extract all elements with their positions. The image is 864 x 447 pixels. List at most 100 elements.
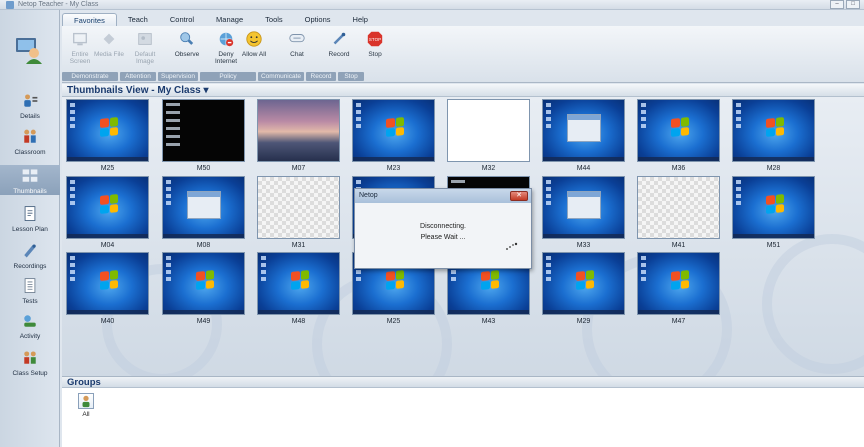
desktop-icons bbox=[70, 103, 76, 131]
groups-title: Groups bbox=[67, 377, 101, 388]
ribbon-button-label: Observe bbox=[174, 51, 200, 58]
default-image-button[interactable]: Default Image bbox=[128, 29, 162, 65]
student-thumbnail-label: M51 bbox=[766, 242, 781, 249]
view-title[interactable]: Thumbnails View - My Class ▾ bbox=[67, 84, 209, 97]
student-thumbnail-label: M31 bbox=[291, 242, 306, 249]
nav-item-recordings[interactable]: Recordings bbox=[0, 240, 60, 270]
nav-item-class-setup[interactable]: Class Setup bbox=[0, 347, 60, 377]
student-thumbnail[interactable] bbox=[66, 252, 149, 315]
student-thumbnail[interactable] bbox=[66, 176, 149, 239]
student-thumbnail[interactable] bbox=[542, 252, 625, 315]
student-thumbnail-label: M08 bbox=[196, 242, 211, 249]
deny-internet-button[interactable]: Deny Internet bbox=[212, 29, 240, 65]
background-decoration bbox=[762, 234, 864, 374]
svg-text:STOP: STOP bbox=[369, 37, 381, 42]
dialog-message: Disconnecting. Please Wait ... bbox=[355, 221, 531, 243]
student-thumbnail-label: M50 bbox=[196, 165, 211, 172]
open-window bbox=[567, 114, 601, 142]
windows-logo-icon bbox=[766, 194, 784, 214]
student-thumbnail[interactable] bbox=[637, 252, 720, 315]
activity-icon bbox=[19, 310, 41, 332]
dialog-title: Netop bbox=[359, 192, 378, 199]
taskbar bbox=[163, 234, 244, 238]
taskbar bbox=[543, 310, 624, 314]
lesson-plan-icon bbox=[19, 203, 41, 225]
view-header: Thumbnails View - My Class ▾ bbox=[62, 84, 864, 97]
nav-item-classroom[interactable]: Classroom bbox=[0, 126, 60, 156]
observe-button[interactable]: Observe bbox=[170, 29, 204, 58]
student-thumbnail-label: M49 bbox=[196, 318, 211, 325]
desktop-icons bbox=[166, 256, 172, 284]
student-thumbnail-label: M28 bbox=[766, 165, 781, 172]
menu-tab-manage[interactable]: Manage bbox=[205, 13, 254, 26]
nav-item-tests[interactable]: Tests bbox=[0, 275, 60, 305]
dialog-message-line1: Disconnecting. bbox=[420, 223, 466, 230]
student-thumbnail[interactable] bbox=[352, 99, 435, 162]
student-thumbnail-label: M48 bbox=[291, 318, 306, 325]
student-thumbnail[interactable] bbox=[257, 176, 340, 239]
student-thumbnail[interactable] bbox=[732, 99, 815, 162]
student-thumbnail-label: M25 bbox=[386, 318, 401, 325]
maximize-icon[interactable]: □ bbox=[846, 0, 860, 9]
student-thumbnail[interactable] bbox=[66, 99, 149, 162]
tests-icon bbox=[19, 275, 41, 297]
student-thumbnail[interactable] bbox=[162, 252, 245, 315]
nav-item-label: Class Setup bbox=[12, 370, 48, 377]
minimize-icon[interactable]: – bbox=[830, 0, 844, 9]
taskbar bbox=[543, 157, 624, 161]
windows-logo-icon bbox=[671, 270, 689, 290]
close-icon[interactable]: ✕ bbox=[510, 191, 528, 201]
dropdown-arrow-icon[interactable]: ▾ bbox=[204, 85, 209, 96]
student-thumbnail[interactable] bbox=[162, 99, 245, 162]
ribbon-group-policy: Policy bbox=[200, 72, 256, 81]
student-thumbnail[interactable] bbox=[637, 99, 720, 162]
menu-tab-options[interactable]: Options bbox=[294, 13, 342, 26]
default-image-icon bbox=[135, 29, 155, 49]
menu-tab-control[interactable]: Control bbox=[159, 13, 205, 26]
student-thumbnail-label: M33 bbox=[576, 242, 591, 249]
nav-item-lesson-plan[interactable]: Lesson Plan bbox=[0, 203, 60, 233]
student-thumbnail[interactable] bbox=[542, 99, 625, 162]
ribbon-button-label: Deny Internet bbox=[214, 51, 238, 65]
student-thumbnail-label: M04 bbox=[100, 242, 115, 249]
windows-logo-icon bbox=[386, 117, 404, 137]
student-thumbnail[interactable] bbox=[637, 176, 720, 239]
taskbar bbox=[163, 310, 244, 314]
ribbon-group-supervision: Supervision bbox=[158, 72, 198, 81]
media-file-button[interactable]: Media File bbox=[94, 29, 124, 58]
windows-logo-icon bbox=[100, 270, 118, 290]
student-thumbnail[interactable] bbox=[447, 99, 530, 162]
student-thumbnail[interactable] bbox=[162, 176, 245, 239]
windows-logo-icon bbox=[481, 270, 499, 290]
student-thumbnail[interactable] bbox=[542, 176, 625, 239]
nav-item-thumbnails[interactable]: Thumbnails bbox=[0, 165, 60, 195]
nav-item-activity[interactable]: Activity bbox=[0, 310, 60, 340]
window-title: Netop Teacher - My Class bbox=[18, 1, 99, 8]
taskbar bbox=[258, 310, 339, 314]
menu-tab-help[interactable]: Help bbox=[342, 13, 379, 26]
menu-tab-tools[interactable]: Tools bbox=[254, 13, 294, 26]
desktop-icons bbox=[546, 103, 552, 131]
allow-all-button[interactable]: Allow All bbox=[240, 29, 268, 58]
nav-item-details[interactable]: Details bbox=[0, 90, 60, 120]
menu-tab-favorites[interactable]: Favorites bbox=[62, 13, 117, 26]
menu-tab-teach[interactable]: Teach bbox=[117, 13, 159, 26]
windows-logo-icon bbox=[196, 270, 214, 290]
student-thumbnail-label: M07 bbox=[291, 165, 306, 172]
record-button[interactable]: Record bbox=[324, 29, 354, 58]
group-icon bbox=[78, 393, 94, 409]
student-thumbnail[interactable] bbox=[257, 252, 340, 315]
chat-button[interactable]: Chat bbox=[280, 29, 314, 58]
student-thumbnail[interactable] bbox=[732, 176, 815, 239]
ribbon-group-demonstrate: Demonstrate bbox=[62, 72, 118, 81]
stop-button[interactable]: STOP Stop bbox=[362, 29, 388, 58]
group-item-all[interactable]: All bbox=[74, 393, 98, 418]
student-thumbnail[interactable] bbox=[257, 99, 340, 162]
chat-icon bbox=[287, 29, 307, 49]
recordings-icon bbox=[19, 240, 41, 262]
ribbon-button-label: Media File bbox=[94, 51, 124, 58]
disconnect-dialog: Netop ✕ Disconnecting. Please Wait ... bbox=[354, 188, 532, 269]
entire-screen-button[interactable]: Entire Screen bbox=[66, 29, 94, 65]
menu-bar: Favorites Teach Control Manage Tools Options H… bbox=[62, 12, 379, 26]
observe-icon bbox=[177, 29, 197, 49]
